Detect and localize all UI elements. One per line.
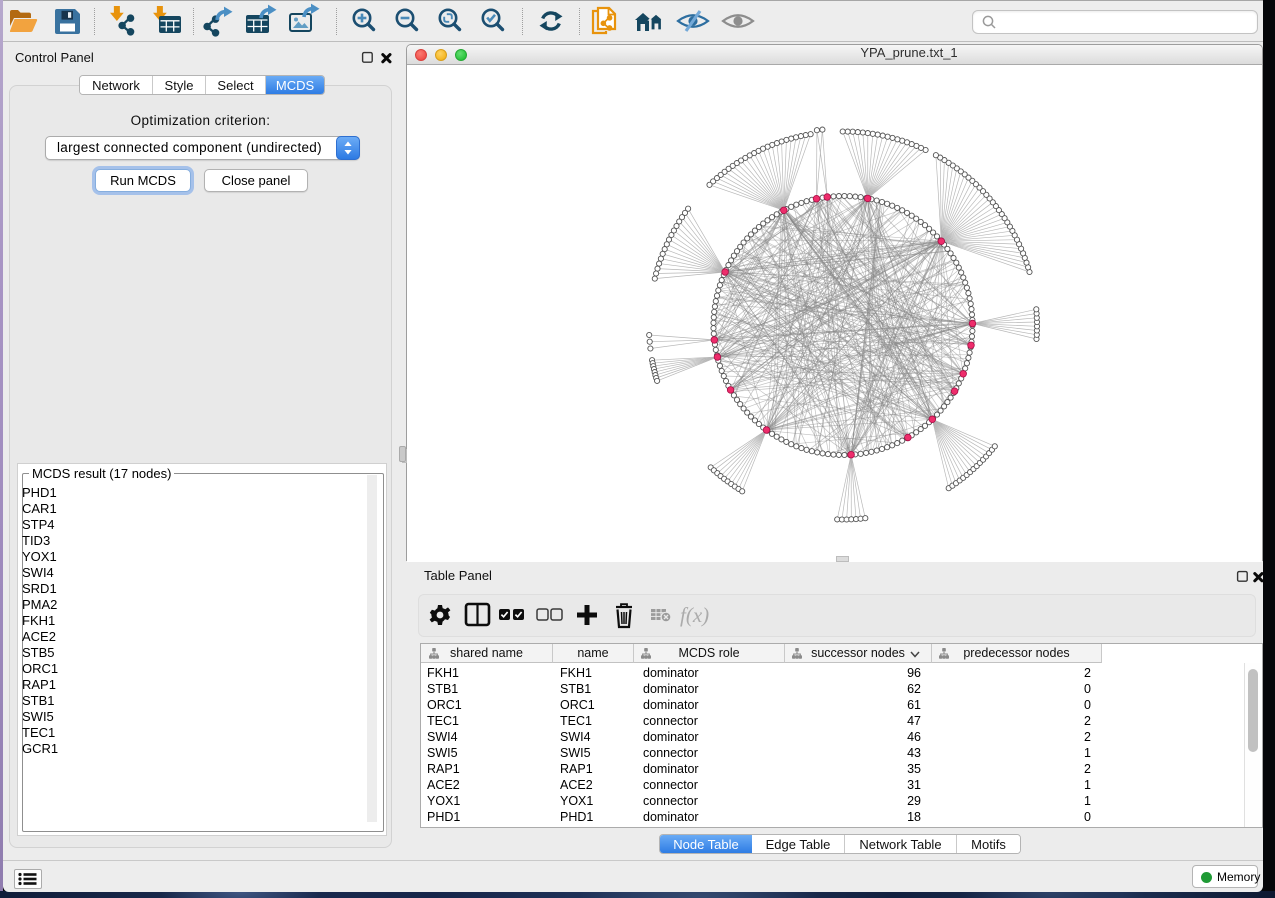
- svg-text:f(x): f(x): [680, 603, 709, 627]
